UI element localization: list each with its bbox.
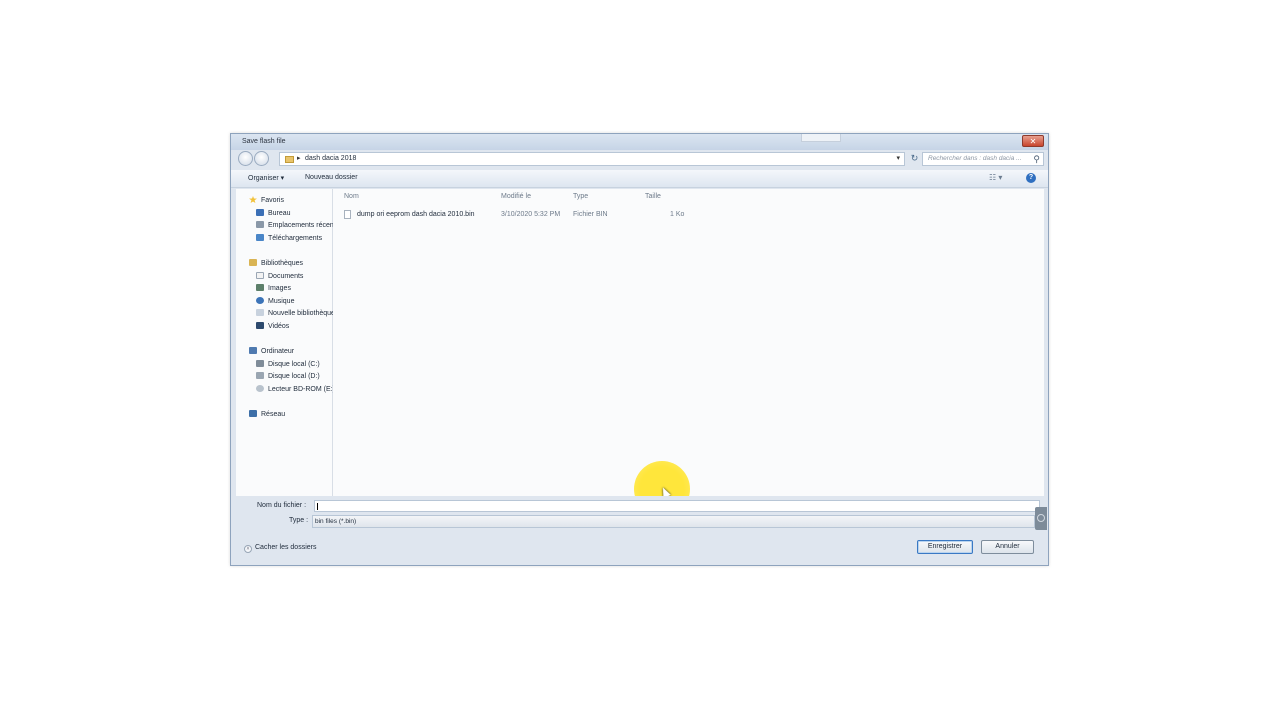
sidebar-item-computer[interactable]: Ordinateur xyxy=(249,347,345,355)
disc-drive-icon xyxy=(256,385,264,392)
file-size: 1 Ko xyxy=(670,211,685,218)
filename-label: Nom du fichier : xyxy=(257,502,307,509)
help-icon[interactable]: ? xyxy=(1026,173,1036,183)
sidebar-item-label: Images xyxy=(268,285,291,292)
file-modified: 3/10/2020 5:32 PM xyxy=(501,211,561,218)
sidebar-item-label: Musique xyxy=(268,298,295,305)
file-type: Fichier BIN xyxy=(573,211,608,218)
search-input[interactable]: Rechercher dans : dash dacia ... ⚲ xyxy=(922,152,1044,166)
folder-icon xyxy=(285,156,294,163)
document-icon xyxy=(256,272,264,279)
column-header-name[interactable]: Nom xyxy=(344,193,359,200)
drive-icon xyxy=(256,360,264,367)
search-icon[interactable]: ⚲ xyxy=(1033,154,1040,165)
column-header-modified[interactable]: Modifié le xyxy=(501,193,531,200)
navigation-pane: Favoris Bureau Emplacements récents Télé… xyxy=(236,189,339,496)
save-button[interactable]: Enregistrer xyxy=(917,540,973,554)
forward-button[interactable] xyxy=(254,151,269,166)
drive-icon xyxy=(256,372,264,379)
sidebar-item-libraries[interactable]: Bibliothèques xyxy=(249,259,345,267)
desktop-icon xyxy=(256,209,264,216)
new-folder-button[interactable]: Nouveau dossier xyxy=(305,174,358,181)
title-controls[interactable] xyxy=(801,134,841,142)
refresh-icon[interactable]: ↻ xyxy=(908,152,921,166)
table-row[interactable]: dump ori eeprom dash dacia 2010.bin 3/10… xyxy=(333,209,753,221)
sidebar-item-label: Disque local (C:) xyxy=(268,361,320,368)
title-bar: Save flash file ✕ xyxy=(231,134,1048,150)
sidebar-item-network[interactable]: Réseau xyxy=(249,410,345,418)
sidebar-item-label: Favoris xyxy=(261,197,284,204)
breadcrumb[interactable]: dash dacia 2018 xyxy=(305,155,356,162)
network-icon xyxy=(249,410,257,417)
toolbar: Organiser ▾ Nouveau dossier ☷ ▾ ? xyxy=(231,170,1048,188)
file-type-value: bin files (*.bin) xyxy=(315,518,357,525)
file-name: dump ori eeprom dash dacia 2010.bin xyxy=(357,211,475,218)
cancel-button[interactable]: Annuler xyxy=(981,540,1034,554)
search-placeholder: Rechercher dans : dash dacia ... xyxy=(928,155,1022,162)
sidebar-item-label: Emplacements récents xyxy=(268,222,340,229)
column-header-size[interactable]: Taille xyxy=(645,193,661,200)
computer-icon xyxy=(249,347,257,354)
image-icon xyxy=(256,284,264,291)
video-icon xyxy=(256,322,264,329)
breadcrumb-separator: ▸ xyxy=(297,155,301,162)
sidebar-item-label: Documents xyxy=(268,273,304,280)
side-panel-tab[interactable] xyxy=(1035,507,1047,530)
file-list: Nom Modifié le Type Taille dump ori eepr… xyxy=(333,189,1044,517)
sidebar-item-label: Ordinateur xyxy=(261,348,295,355)
gear-icon xyxy=(1037,514,1045,522)
sidebar-item-label: Bureau xyxy=(268,210,291,217)
sidebar-item-label: Bibliothèques xyxy=(261,260,304,267)
sidebar-item-label: Nouvelle bibliothèque xyxy=(268,310,335,317)
organize-menu[interactable]: Organiser ▾ xyxy=(248,174,284,182)
address-bar[interactable]: ▸ dash dacia 2018 ▾ xyxy=(279,152,905,166)
sidebar-item-label: Vidéos xyxy=(268,323,290,330)
column-header-type[interactable]: Type xyxy=(573,193,588,200)
back-button[interactable] xyxy=(238,151,253,166)
music-icon xyxy=(256,297,264,304)
sidebar-item-label: Réseau xyxy=(261,411,286,418)
hide-folders-label: Cacher les dossiers xyxy=(255,544,317,551)
library-icon xyxy=(256,309,264,316)
sidebar-item-label: Lecteur BD-ROM (E:) xyxy=(268,386,335,393)
hide-folders-toggle[interactable]: ˄ Cacher les dossiers xyxy=(244,544,316,553)
chevron-down-icon[interactable]: ▾ xyxy=(896,154,900,162)
sidebar-item-label: Téléchargements xyxy=(268,235,323,242)
sidebar-item-label: Disque local (D:) xyxy=(268,373,320,380)
file-type-select[interactable]: bin files (*.bin) xyxy=(312,515,1035,528)
address-row: ▸ dash dacia 2018 ▾ ↻ Rechercher dans : … xyxy=(231,150,1048,168)
libraries-icon xyxy=(249,259,257,266)
window-title: Save flash file xyxy=(242,138,286,145)
sidebar-item-favorites[interactable]: Favoris xyxy=(249,196,345,204)
type-label: Type : xyxy=(289,517,309,524)
downloads-icon xyxy=(256,234,264,241)
close-button[interactable]: ✕ xyxy=(1022,135,1044,147)
chevron-up-icon: ˄ xyxy=(244,545,252,553)
filename-field[interactable] xyxy=(314,500,1040,512)
save-form: Nom du fichier : Type : bin files (*.bin… xyxy=(231,496,1048,565)
star-icon xyxy=(249,196,257,203)
text-caret xyxy=(317,503,318,510)
file-icon xyxy=(344,210,351,219)
view-options-icon[interactable]: ☷ ▾ xyxy=(989,173,1002,182)
recent-places-icon xyxy=(256,221,264,228)
save-file-dialog: Save flash file ✕ ▸ dash dacia 2018 ▾ ↻ … xyxy=(230,133,1049,566)
